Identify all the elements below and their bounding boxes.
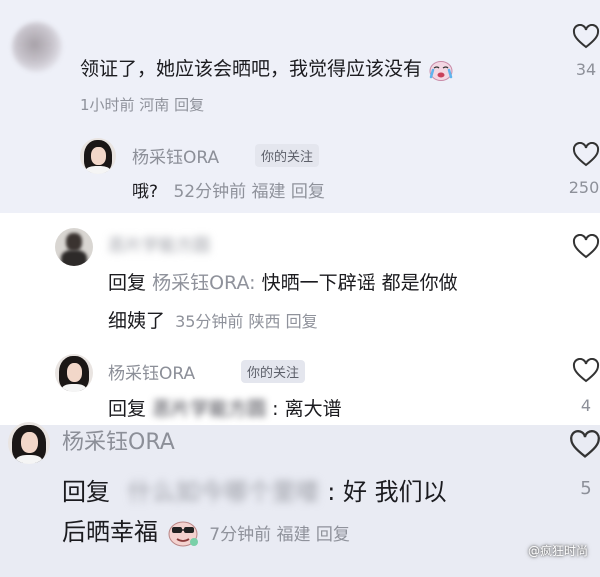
comment-text: 哦? 52分钟前 福建 回复 (132, 182, 325, 202)
avatar[interactable] (55, 354, 93, 392)
avatar[interactable] (12, 22, 62, 72)
reply-target[interactable]: 杨采钰ORA: (152, 272, 255, 294)
heart-outline-icon[interactable] (572, 142, 600, 168)
like-count: 5 (580, 478, 592, 499)
username[interactable]: 恶片学能方圆 (108, 231, 210, 256)
comment-text: 回复 杨采钰ORA: 快晒一下辟谣 都是你做 (108, 272, 458, 294)
comment-text-line2: 细姨了 35分钟前 陕西 回复 (108, 310, 318, 332)
heart-outline-icon[interactable] (572, 358, 600, 384)
heart-outline-icon[interactable] (569, 430, 600, 460)
comment-text: 回复 恶片学能方圆 : 离大谱 (108, 394, 342, 421)
avatar[interactable] (80, 138, 116, 174)
like-count: 34 (575, 60, 597, 79)
comment-meta: 7分钟前 福建 回复 (209, 525, 350, 545)
username[interactable]: 杨采钰ORA (62, 424, 175, 456)
like-count: 4 (580, 396, 592, 415)
watermark: @疯狂时尚 (527, 544, 588, 558)
comment-text: 领证了，她应该会晒吧，我觉得应该没有 (80, 54, 454, 82)
reply-target[interactable]: 什么如今哪个里喽 (128, 472, 320, 507)
avatar[interactable] (8, 422, 50, 464)
sunglasses-emoji-icon (168, 521, 198, 547)
heart-outline-icon[interactable] (572, 234, 600, 260)
username[interactable]: 杨采钰ORA (108, 359, 195, 384)
comment-text-line2: 后晒幸福 7分钟前 福建 回复 (62, 518, 350, 547)
comment-meta: 1小时前 河南 回复 (80, 96, 205, 114)
like-count: 250 (568, 178, 600, 197)
comment-meta: 35分钟前 陕西 回复 (175, 312, 318, 331)
reply-target[interactable]: 恶片学能方圆 (152, 394, 266, 421)
crying-emoji-icon (429, 60, 453, 81)
heart-outline-icon[interactable] (572, 24, 600, 50)
username[interactable]: 杨采钰ORA (132, 143, 219, 168)
follow-badge: 你的关注 (241, 360, 306, 383)
comment-text: 回复 什么如今哪个里喽 : 好 我们以 (62, 472, 447, 507)
avatar[interactable] (55, 228, 93, 266)
comment-meta: 52分钟前 福建 回复 (173, 182, 325, 202)
follow-badge: 你的关注 (255, 144, 320, 167)
